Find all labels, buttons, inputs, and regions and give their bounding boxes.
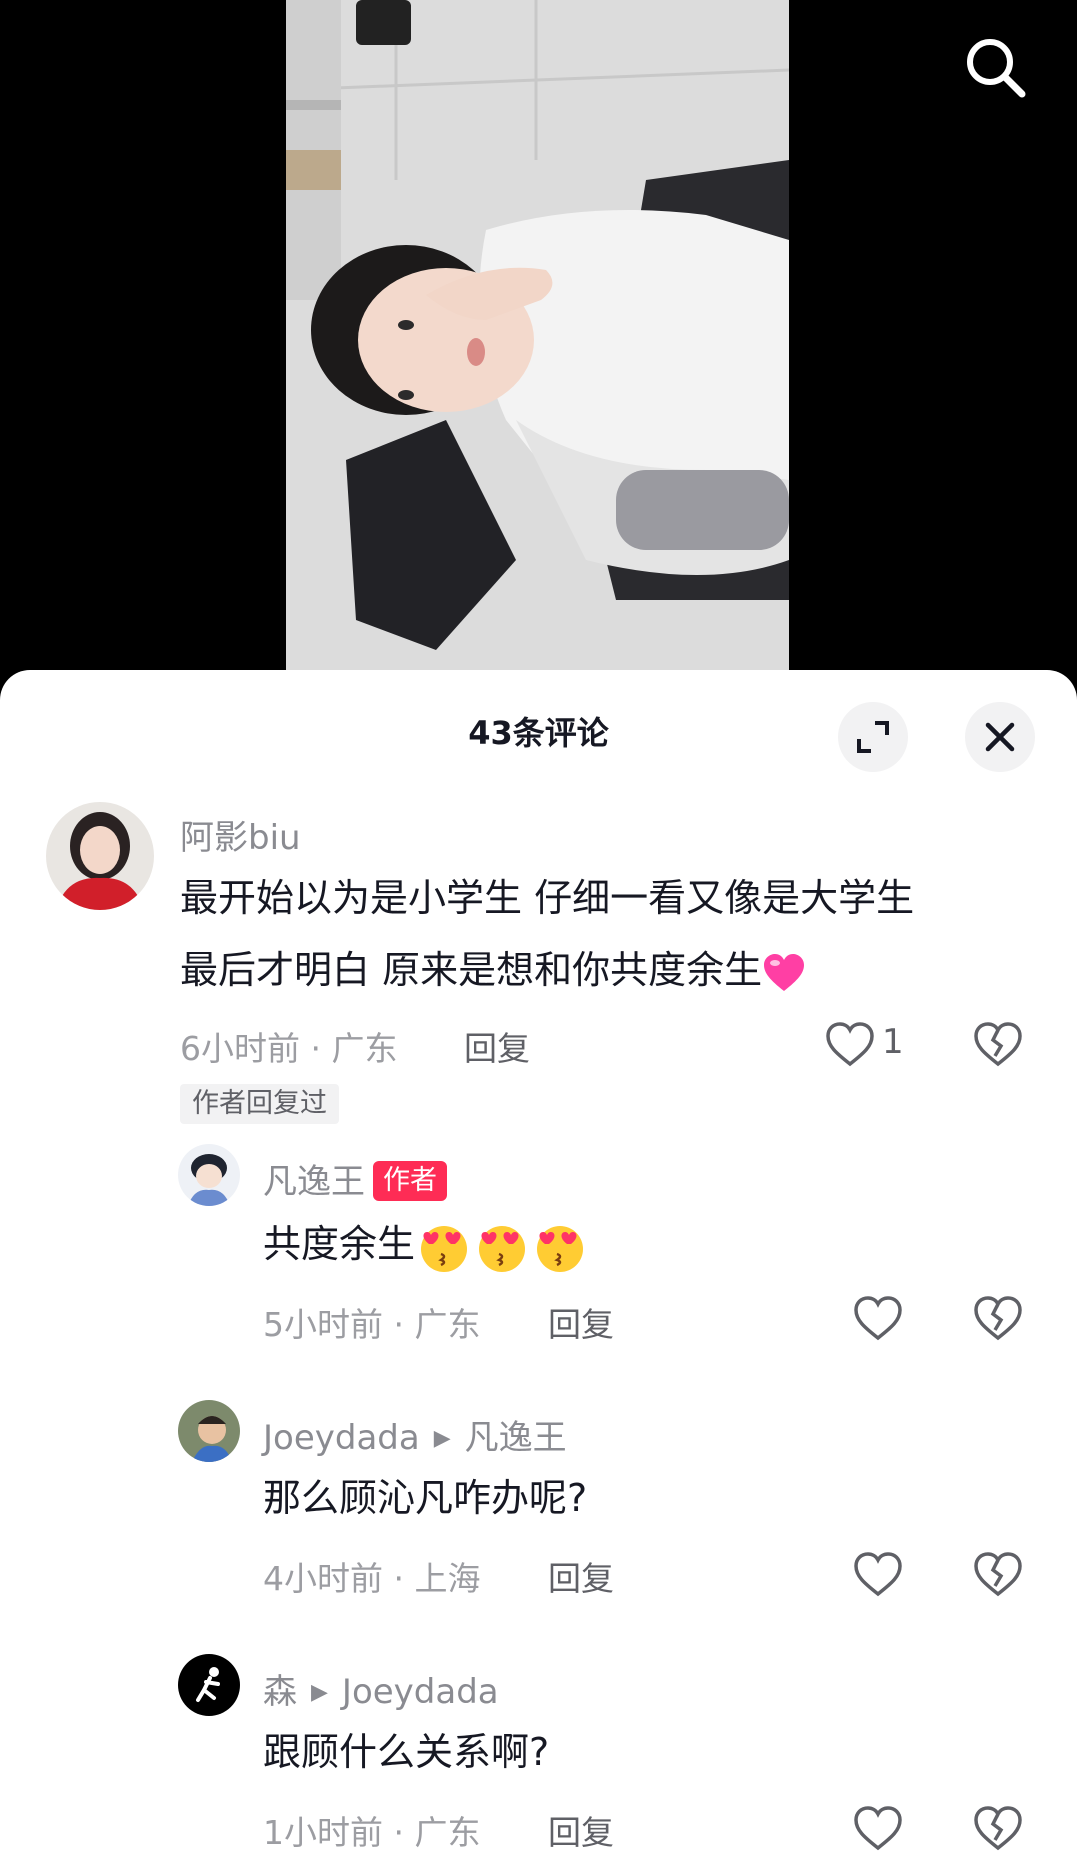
dislike-button[interactable]: [970, 1016, 1026, 1072]
heart-icon: [826, 1022, 874, 1067]
reply-time-location: 5小时前 · 广东: [263, 1305, 481, 1344]
close-button[interactable]: [965, 702, 1035, 772]
heart-icon: [854, 1552, 902, 1597]
reply-button[interactable]: 回复: [464, 1022, 530, 1070]
broken-heart-icon: [974, 1022, 1022, 1067]
expand-button[interactable]: [838, 702, 908, 772]
like-button[interactable]: [850, 1800, 906, 1856]
video-still-image: [286, 0, 789, 672]
search-icon: [967, 39, 1026, 98]
reply-text: 共度余生: [263, 1208, 589, 1280]
heart-eyes-kiss-emoji: [537, 1225, 584, 1272]
reply-text: 跟顾什么关系啊?: [263, 1730, 550, 1774]
author-badge: 作者: [373, 1161, 447, 1201]
reply-arrow-icon: ▶: [433, 1426, 451, 1451]
comment-text-line-2: 最后才明白 原来是想和你共度余生: [180, 934, 806, 1006]
video-player[interactable]: [0, 0, 1077, 700]
avatar-image: [178, 1400, 240, 1462]
reply-text-content: 共度余生: [263, 1222, 416, 1266]
avatar[interactable]: [46, 802, 154, 910]
dislike-button[interactable]: [970, 1546, 1026, 1602]
broken-heart-icon: [974, 1806, 1022, 1851]
dislike-button[interactable]: [970, 1800, 1026, 1856]
comment-text-line-1: 最开始以为是小学生 仔细一看又像是大学生: [180, 876, 915, 920]
heart-icon: [854, 1296, 902, 1341]
video-frame[interactable]: [286, 0, 789, 672]
comment-time-location: 6小时前 · 广东: [180, 1029, 398, 1068]
heart-icon: [854, 1806, 902, 1851]
expand-icon: [857, 721, 889, 753]
like-button[interactable]: [850, 1546, 906, 1602]
pink-heart-emoji: [764, 953, 805, 991]
reply-to-username[interactable]: Joeydada: [342, 1672, 499, 1712]
avatar[interactable]: [178, 1654, 240, 1716]
reply-button[interactable]: 回复: [548, 1806, 614, 1854]
comment-username[interactable]: 阿影biu: [180, 810, 301, 859]
comments-sheet: 43条评论 阿影biu 最开始以为是小学生 仔细一看又像是大学生 最后才明白 原…: [0, 670, 1077, 1872]
reply-text: 那么顾沁凡咋办呢?: [263, 1476, 588, 1520]
reply-username[interactable]: Joeydada: [263, 1418, 420, 1458]
like-button[interactable]: [850, 1290, 906, 1346]
reply-username-line: 凡逸王 作者: [263, 1154, 447, 1203]
broken-heart-icon: [974, 1296, 1022, 1341]
reply-time-location: 1小时前 · 广东: [263, 1813, 481, 1852]
avatar-image: [178, 1144, 240, 1206]
like-button[interactable]: [822, 1016, 878, 1072]
reply-username[interactable]: 凡逸王: [263, 1162, 365, 1202]
dislike-button[interactable]: [970, 1290, 1026, 1346]
close-icon: [985, 722, 1015, 752]
reply-button[interactable]: 回复: [548, 1552, 614, 1600]
heart-eyes-kiss-emoji: [421, 1225, 468, 1272]
reply-to-username[interactable]: 凡逸王: [465, 1418, 567, 1458]
avatar-image: [178, 1654, 240, 1716]
reply-arrow-icon: ▶: [311, 1680, 328, 1705]
author-replied-tag: 作者回复过: [180, 1084, 339, 1124]
heart-eyes-kiss-emoji: [479, 1225, 526, 1272]
broken-heart-icon: [974, 1552, 1022, 1597]
reply-username-line: 森 ▶ Joeydada: [263, 1664, 499, 1713]
comments-count-title: 43条评论: [468, 714, 609, 752]
reply-username-line: Joeydada ▶ 凡逸王: [263, 1410, 567, 1459]
reply-username[interactable]: 森: [263, 1672, 297, 1712]
avatar-image: [46, 802, 154, 910]
reply-button[interactable]: 回复: [548, 1298, 614, 1346]
like-count: 1: [882, 1022, 904, 1062]
search-button[interactable]: [958, 30, 1032, 104]
avatar[interactable]: [178, 1144, 240, 1206]
comment-text-line-2-text: 最后才明白 原来是想和你共度余生: [180, 948, 763, 992]
reply-time-location: 4小时前 · 上海: [263, 1559, 481, 1598]
avatar[interactable]: [178, 1400, 240, 1462]
